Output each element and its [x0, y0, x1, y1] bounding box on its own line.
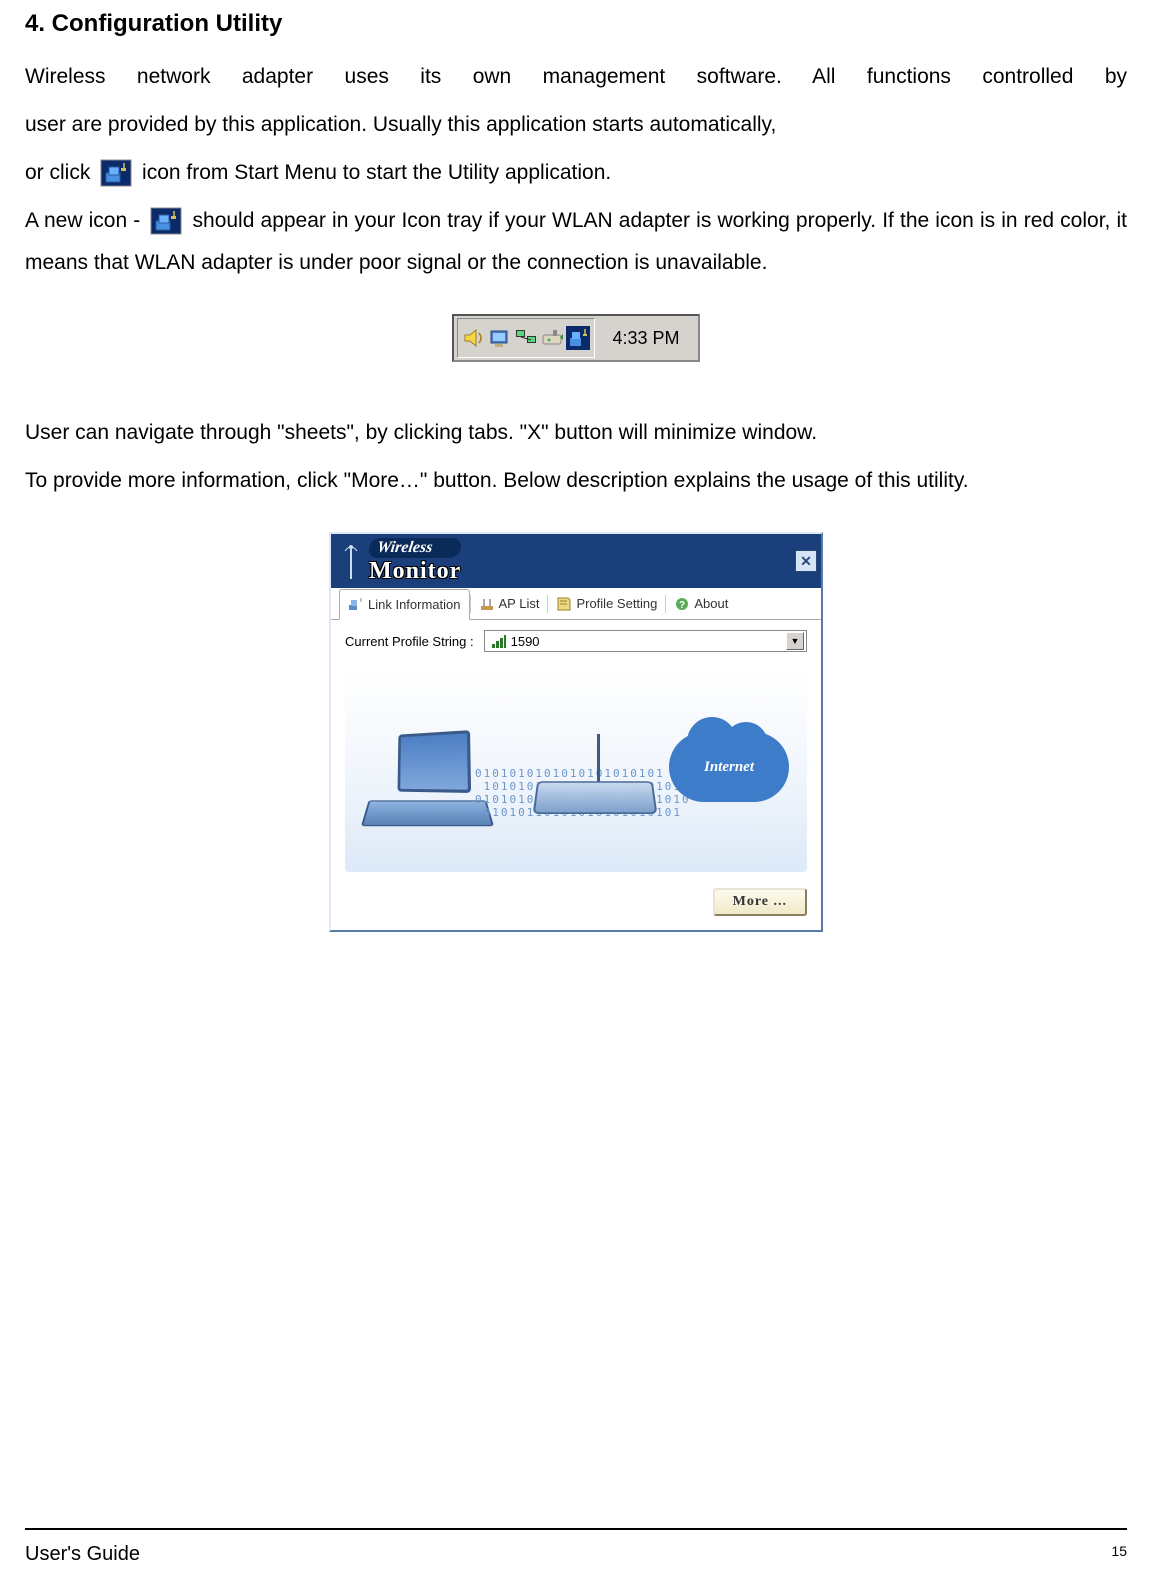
page-number: 15 — [1111, 1543, 1127, 1566]
para-sheets: User can navigate through "sheets", by c… — [25, 412, 1127, 454]
router-antenna — [597, 734, 600, 782]
profile-select[interactable]: 1590 ▼ — [484, 630, 807, 652]
systray: 4:33 PM — [452, 314, 699, 362]
footer-divider — [25, 1528, 1127, 1530]
tab-link-information[interactable]: Link Information — [339, 589, 470, 620]
systray-clock[interactable]: 4:33 PM — [598, 328, 697, 349]
wlan-utility-icon — [100, 159, 132, 187]
titlebar: Wireless Monitor ✕ — [331, 534, 821, 588]
internet-cloud: Internet — [669, 732, 789, 802]
ap-list-icon — [479, 596, 495, 612]
signal-icon — [491, 633, 507, 649]
profile-icon — [556, 596, 572, 612]
profile-value-text: 1590 — [511, 634, 540, 649]
tabs-row: Link Information AP List Profile Setting… — [331, 588, 821, 620]
systray-icon-well — [457, 318, 595, 358]
tab-link-label: Link Information — [368, 597, 461, 612]
router-graphic — [533, 781, 658, 814]
close-button[interactable]: ✕ — [795, 550, 817, 572]
para-new-icon: A new icon - should appear in your Icon … — [25, 200, 1127, 284]
systray-figure: 4:33 PM — [25, 314, 1127, 362]
cloud-label: Internet — [669, 732, 789, 802]
close-icon: ✕ — [800, 553, 812, 570]
section-heading: 4. Configuration Utility — [25, 10, 1127, 38]
tab-profile-label: Profile Setting — [576, 596, 657, 611]
intro-line-1: Wireless network adapter uses its own ma… — [25, 56, 1127, 98]
network-pc-icon[interactable] — [514, 326, 538, 350]
tab-ap-label: AP List — [499, 596, 540, 611]
profile-label: Current Profile String : — [345, 634, 474, 649]
svg-text:?: ? — [679, 600, 685, 611]
profile-select-value: 1590 — [491, 633, 540, 649]
footer: User's Guide 15 — [25, 1543, 1127, 1566]
intro-line-2: user are provided by this application. U… — [25, 104, 1127, 146]
link-info-icon — [348, 596, 364, 612]
title-wireless: Wireless — [368, 538, 463, 558]
dropdown-arrow-icon[interactable]: ▼ — [786, 632, 804, 650]
removable-drive-icon[interactable] — [540, 326, 564, 350]
text-or-click-a: or click — [25, 161, 96, 184]
title-graphic: Wireless Monitor — [341, 538, 461, 585]
tab-about-label: About — [694, 596, 728, 611]
monitor-figure: Wireless Monitor ✕ Link Information AP — [25, 532, 1127, 932]
about-icon: ? — [674, 596, 690, 612]
para-more: To provide more information, click "More… — [25, 460, 1127, 502]
text-new-icon-b: should appear in your Icon tray if your … — [25, 209, 1127, 274]
footer-guide: User's Guide — [25, 1543, 140, 1566]
antenna-icon — [341, 541, 361, 581]
tab-ap-list[interactable]: AP List — [471, 588, 548, 619]
profile-row: Current Profile String : 1590 ▼ — [331, 620, 821, 662]
more-button[interactable]: More ... — [713, 888, 807, 916]
title-monitor: Monitor — [369, 558, 461, 585]
wlan-monitor-tray-icon[interactable] — [566, 326, 590, 350]
text-or-click-b: icon from Start Menu to start the Utilit… — [142, 161, 611, 184]
wlan-tray-icon — [150, 207, 182, 235]
illustration-panel: 0101010101010101010101 10101010101010101… — [345, 672, 807, 872]
more-row: More ... — [331, 882, 821, 930]
para-or-click: or click icon from Start Menu to start t… — [25, 152, 1127, 194]
text-new-icon-a: A new icon - — [25, 209, 146, 232]
volume-icon[interactable] — [462, 326, 486, 350]
tab-profile-setting[interactable]: Profile Setting — [548, 588, 665, 619]
tab-about[interactable]: ? About — [666, 588, 736, 619]
wireless-monitor-window: Wireless Monitor ✕ Link Information AP — [329, 532, 823, 932]
display-icon[interactable] — [488, 326, 512, 350]
